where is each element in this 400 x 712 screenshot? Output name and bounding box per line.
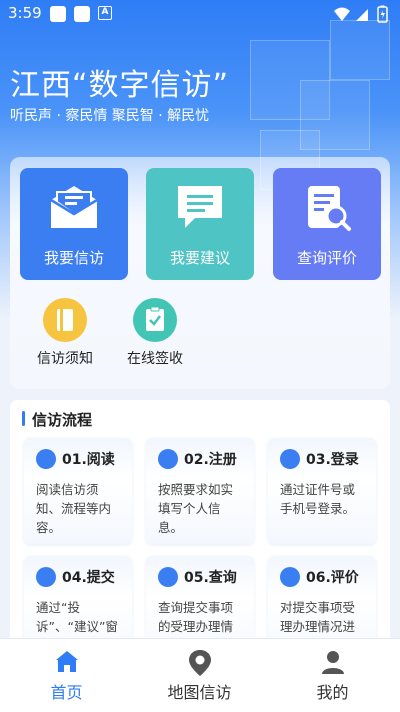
- chat-bubble-icon: [173, 182, 227, 236]
- nav-mine[interactable]: 我的: [266, 639, 399, 712]
- step-title: 06.评价: [306, 570, 359, 586]
- petition-notice-label: 信访须知: [37, 351, 93, 367]
- page-title: 江西“数字信访”: [10, 68, 230, 103]
- process-title: 信访流程: [22, 409, 92, 430]
- step-title: 01.阅读: [62, 452, 115, 468]
- process-step-read[interactable]: 01.阅读 阅读信访须知、流程等内容。: [24, 438, 132, 544]
- nav-home-label: 首页: [50, 683, 83, 702]
- document-search-icon: [300, 182, 354, 238]
- nav-map[interactable]: 地图信访: [133, 639, 266, 712]
- step-title: 05.查询: [184, 570, 237, 586]
- wifi-icon: [334, 7, 350, 21]
- online-sign-label: 在线签收: [127, 351, 183, 367]
- user-icon: [280, 449, 300, 469]
- signal-icon: [356, 9, 368, 21]
- process-step-register[interactable]: 02.注册 按照要求如实填写个人信息。: [146, 438, 254, 544]
- accessibility-icon: A: [98, 6, 112, 20]
- suggestion-button[interactable]: 我要建议: [146, 168, 254, 280]
- comment-icon: [280, 567, 300, 587]
- online-sign-button[interactable]: 在线签收: [115, 298, 195, 368]
- book-icon: [43, 298, 87, 342]
- nav-map-label: 地图信访: [167, 683, 232, 702]
- notification-icon: [50, 6, 66, 22]
- notification-icon: [74, 6, 90, 22]
- query-evaluate-button[interactable]: 查询评价: [273, 168, 381, 280]
- system-icons: [332, 5, 392, 27]
- clipboard-check-icon: [133, 298, 177, 342]
- home-icon: [54, 649, 80, 679]
- nav-home[interactable]: 首页: [0, 639, 133, 712]
- status-time: 3:59: [8, 4, 42, 22]
- query-evaluate-label: 查询评价: [296, 249, 357, 267]
- step-title: 03.登录: [306, 452, 359, 468]
- map-icon: [36, 449, 56, 469]
- person-icon: [320, 649, 346, 679]
- status-bar: 3:59 A: [0, 0, 400, 28]
- suggestion-label: 我要建议: [169, 249, 230, 267]
- user-add-icon: [158, 449, 178, 469]
- nav-mine-label: 我的: [316, 683, 349, 702]
- petition-notice-button[interactable]: 信访须知: [25, 298, 105, 368]
- step-title: 02.注册: [184, 452, 237, 468]
- process-step-login[interactable]: 03.登录 通过证件号或手机号登录。: [268, 438, 376, 544]
- page-subtitle: 听民声 · 察民情 聚民智 · 解民忧: [10, 108, 210, 124]
- bottom-nav: 首页 地图信访 我的: [0, 638, 400, 712]
- petition-button[interactable]: 我要信访: [20, 168, 128, 280]
- step-desc: 通过证件号或手机号登录。: [280, 482, 356, 516]
- step-title: 04.提交: [62, 570, 115, 586]
- decor-cube: [330, 20, 390, 80]
- shield-check-icon: [36, 567, 56, 587]
- envelope-icon: [47, 182, 101, 236]
- map-pin-icon: [187, 649, 213, 681]
- step-desc: 按照要求如实填写个人信息。: [158, 482, 234, 535]
- step-desc: 阅读信访须知、流程等内容。: [36, 482, 112, 535]
- petition-label: 我要信访: [43, 249, 104, 267]
- search-icon: [158, 567, 178, 587]
